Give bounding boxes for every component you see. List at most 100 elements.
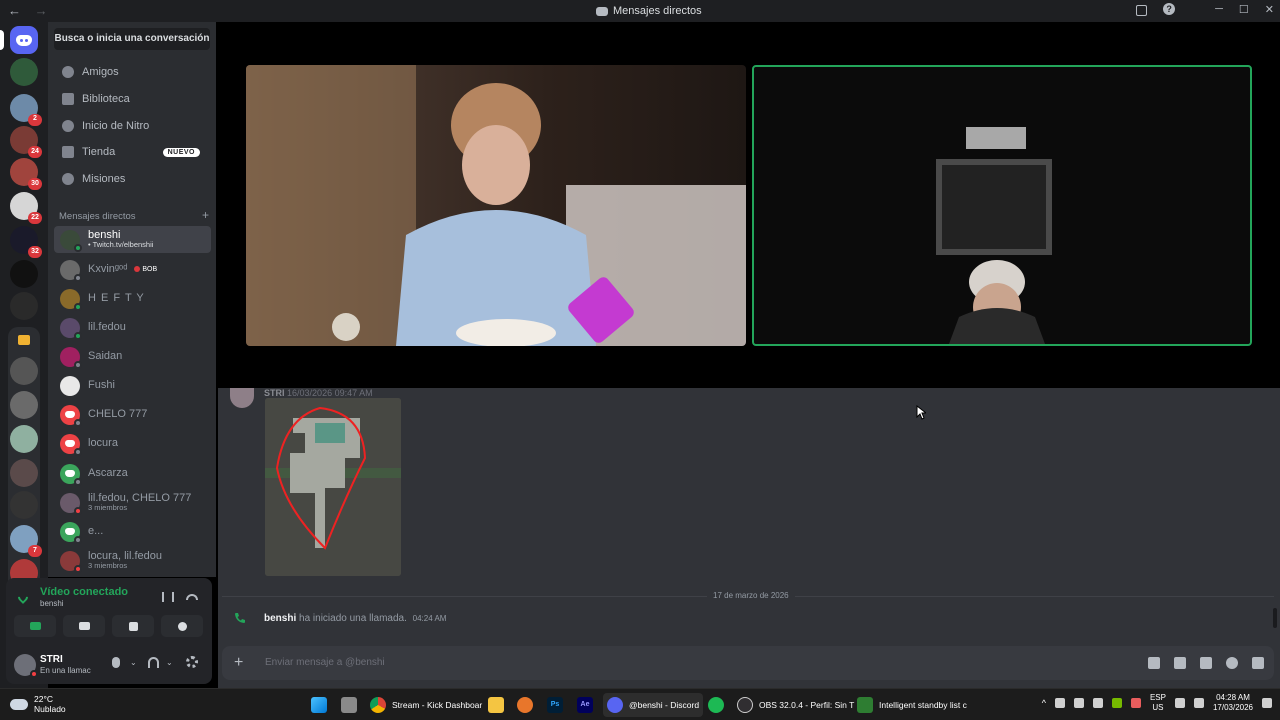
apps-icon[interactable] — [1252, 657, 1264, 669]
taskbar-app-spotify[interactable] — [704, 693, 728, 717]
server-icon[interactable]: 30 — [10, 158, 42, 190]
taskbar-app-obs[interactable]: OBS 32.0.4 - Perfil: Sin T — [733, 693, 858, 717]
taskbar-app-photoshop[interactable]: Ps — [543, 693, 567, 717]
dm-item[interactable]: Fushi — [54, 372, 211, 399]
nav-quests[interactable]: Misiones — [54, 167, 210, 191]
message-input[interactable]: Enviar mensaje a @benshi — [265, 657, 385, 668]
server-icon[interactable]: 22 — [10, 192, 42, 224]
pen-icon[interactable] — [1073, 697, 1084, 708]
dm-item[interactable]: locura — [54, 430, 211, 457]
gift-icon[interactable] — [1148, 657, 1160, 669]
server-icon[interactable] — [10, 491, 38, 519]
gif-icon[interactable] — [1174, 657, 1186, 669]
maximize-button[interactable]: ☐ — [1239, 3, 1249, 16]
conversation-search[interactable]: Busca o inicia una conversación — [54, 28, 210, 50]
language-indicator[interactable]: ESP US — [1150, 693, 1166, 712]
chat-scrollbar[interactable] — [1273, 608, 1277, 628]
server-icon[interactable] — [10, 58, 38, 86]
dm-item[interactable]: Kxvinᵍᵒᵈ BOB — [54, 256, 211, 283]
forward-icon[interactable]: → — [35, 3, 48, 18]
message-author[interactable]: STRI — [264, 388, 285, 398]
dm-item[interactable]: locura, lil.fedou 3 miembros — [54, 547, 211, 574]
onedrive-icon[interactable] — [1054, 697, 1065, 708]
create-dm-button[interactable]: + — [202, 209, 209, 222]
weather-widget[interactable]: 22°C Nublado — [10, 694, 66, 714]
server-icon[interactable] — [10, 425, 38, 453]
sticker-icon[interactable] — [1200, 657, 1212, 669]
dm-name: Fushi — [88, 379, 115, 392]
status-indicator — [74, 564, 82, 573]
nav-friends[interactable]: Amigos — [54, 60, 210, 84]
nav-nitro[interactable]: Inicio de Nitro — [54, 114, 210, 138]
browser-icon — [517, 697, 533, 713]
status-indicator — [74, 418, 82, 427]
home-button[interactable] — [10, 26, 38, 54]
task-view-button[interactable] — [337, 693, 361, 717]
network-icon[interactable] — [1174, 697, 1185, 708]
dm-item[interactable]: benshi • Twitch.tv/elbenshii — [54, 226, 211, 253]
sync-icon[interactable] — [1092, 697, 1103, 708]
volume-icon[interactable] — [1193, 697, 1204, 708]
video-tile-benshi[interactable] — [246, 65, 746, 346]
dm-item[interactable]: lil.fedou, CHELO 777 3 miembros — [54, 489, 211, 516]
help-icon[interactable]: ? — [1163, 3, 1176, 15]
avatar[interactable] — [230, 388, 254, 408]
taskbar-app-aftereffects[interactable]: Ae — [573, 693, 597, 717]
notification-icon[interactable] — [1262, 697, 1272, 708]
dm-item[interactable]: CHELO 777 — [54, 401, 211, 428]
voice-status[interactable]: Vídeo conectado — [40, 586, 128, 598]
server-icon[interactable]: 2 — [10, 94, 42, 126]
dm-item[interactable]: Ascarza — [54, 460, 211, 487]
soundboard-button[interactable] — [161, 615, 203, 637]
emoji-icon[interactable] — [1226, 657, 1238, 669]
discord-icon — [596, 6, 608, 16]
taskbar-app-firefox[interactable] — [513, 693, 537, 717]
start-button[interactable] — [307, 693, 331, 717]
nav-library[interactable]: Biblioteca — [54, 87, 210, 111]
activities-button[interactable] — [112, 615, 154, 637]
nav-shop[interactable]: Tienda NUEVO — [54, 140, 210, 164]
server-icon[interactable]: 7 — [10, 525, 42, 557]
microphone-icon[interactable] — [112, 657, 120, 668]
screen-share-button[interactable] — [63, 615, 105, 637]
inbox-icon[interactable] — [1136, 5, 1148, 16]
disconnect-icon[interactable] — [186, 594, 198, 600]
chevron-down-icon[interactable]: ⌄ — [166, 658, 173, 667]
back-icon[interactable]: ← — [8, 3, 21, 18]
server-icon[interactable] — [10, 459, 38, 487]
dm-item[interactable]: e... — [54, 518, 211, 545]
taskbar-app-discord[interactable]: @benshi - Discord — [603, 693, 704, 717]
server-icon[interactable]: 32 — [10, 226, 42, 258]
clock[interactable]: 04:28 AM 17/03/2026 — [1213, 693, 1253, 712]
dm-item[interactable]: Saidan — [54, 343, 211, 370]
chevron-down-icon[interactable]: ⌄ — [130, 658, 137, 667]
call-user[interactable]: benshi — [264, 613, 296, 624]
dm-name: lil.fedou — [88, 321, 126, 334]
dm-item[interactable]: lil.fedou — [54, 314, 211, 341]
server-icon[interactable] — [10, 292, 38, 320]
settings-gear-icon[interactable] — [186, 656, 198, 668]
attach-plus-icon[interactable]: + — [234, 654, 243, 672]
minimize-button[interactable]: ─ — [1215, 3, 1223, 16]
taskbar-app-islc[interactable]: Intelligent standby list c — [853, 693, 971, 717]
image-attachment[interactable] — [265, 398, 401, 576]
avatar[interactable] — [14, 654, 38, 678]
headphones-icon[interactable] — [148, 657, 159, 668]
server-icon[interactable] — [10, 391, 38, 419]
tray-chevron-icon[interactable]: ^ — [1042, 698, 1046, 708]
close-button[interactable]: ✕ — [1265, 3, 1274, 16]
video-tile-stri[interactable] — [752, 65, 1252, 346]
server-folder[interactable]: 7 22 — [8, 327, 42, 599]
server-icon[interactable]: 24 — [10, 126, 42, 158]
voice-channel[interactable]: benshi — [40, 599, 64, 608]
server-icon[interactable] — [10, 260, 38, 288]
taskbar-app-chrome[interactable]: Stream - Kick Dashboar — [366, 693, 486, 717]
camera-button[interactable] — [14, 615, 56, 637]
app-label: Stream - Kick Dashboar — [392, 700, 483, 710]
server-icon[interactable] — [10, 357, 38, 385]
mic-icon[interactable] — [1130, 697, 1141, 708]
nvidia-icon[interactable] — [1111, 697, 1122, 708]
taskbar-app-explorer[interactable] — [484, 693, 508, 717]
noise-suppression-icon[interactable] — [162, 592, 174, 602]
dm-item[interactable]: H E F T Y — [54, 285, 211, 312]
